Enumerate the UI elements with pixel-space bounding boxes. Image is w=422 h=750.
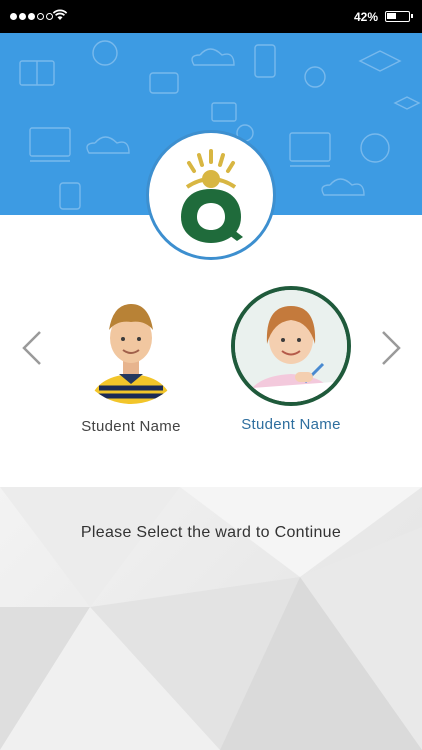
signal-dot [10,13,17,20]
chevron-right-icon[interactable] [375,328,405,368]
battery-icon [385,11,413,22]
student-avatar-girl [231,286,351,406]
school-logo-icon [181,149,243,243]
signal-dot [37,13,44,20]
student-name: Student Name [241,416,341,433]
student-avatar-boy [75,292,187,404]
status-bar: 42% [0,0,422,33]
chevron-left-icon[interactable] [18,328,48,368]
signal-dot [28,13,35,20]
school-logo [146,130,276,260]
student-card[interactable]: Student Name [66,292,196,435]
student-name: Student Name [81,418,181,435]
select-ward-prompt: Please Select the ward to Continue [80,524,342,541]
signal-dot [19,13,26,20]
battery-percent: 42% [353,10,378,24]
wifi-icon [52,9,68,20]
signal-strength-icon [10,13,53,20]
student-card-selected[interactable]: Student Name [226,286,356,433]
